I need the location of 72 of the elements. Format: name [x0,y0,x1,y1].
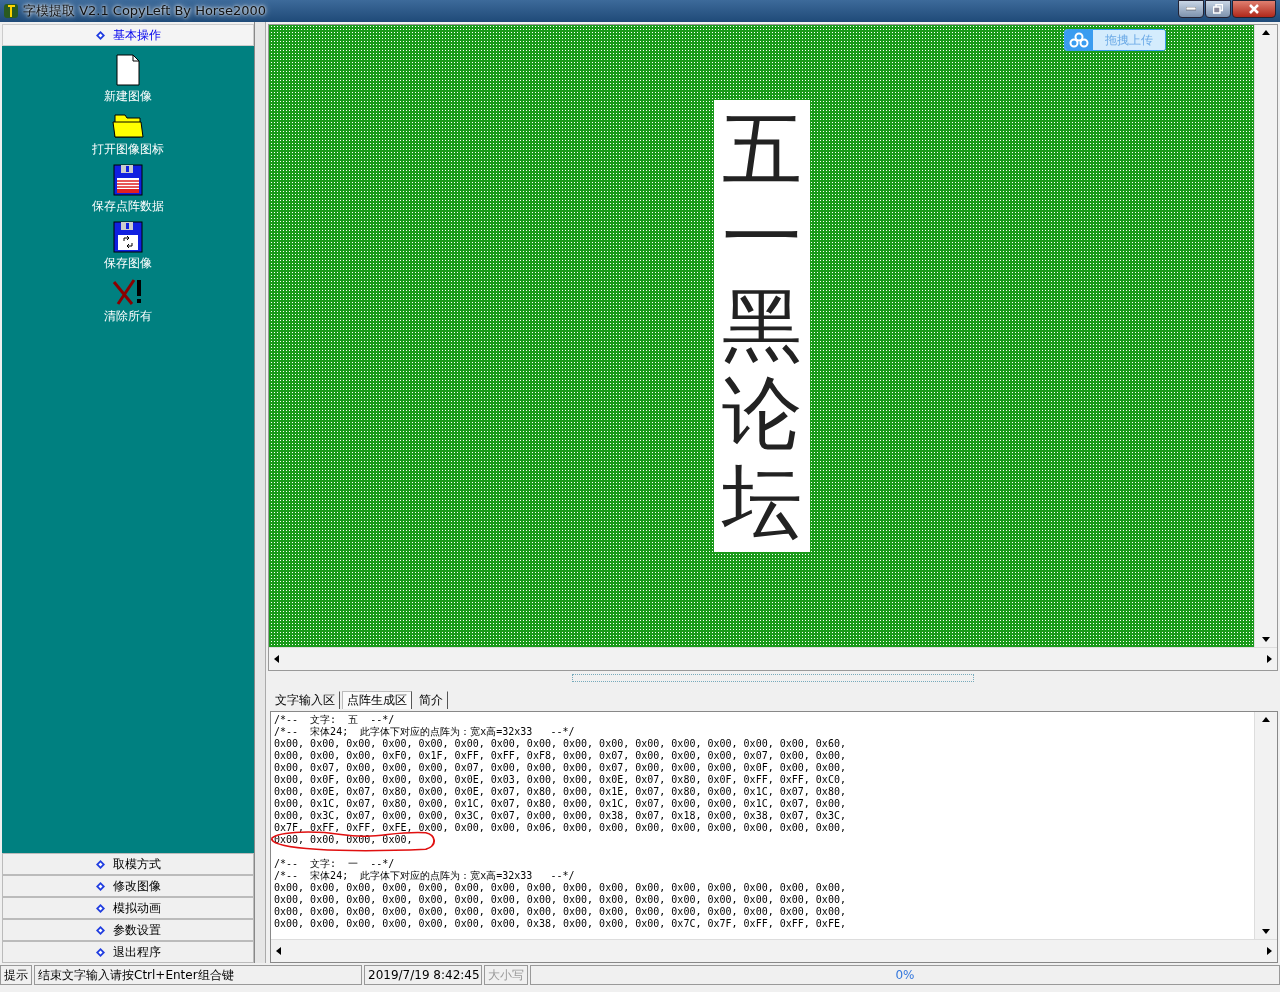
close-icon [1249,4,1259,14]
cloud-icon [1069,32,1089,48]
restore-icon [1213,4,1223,14]
code-line: 0x7F, 0xFF, 0xFF, 0xFE, 0x00, 0x00, 0x00, 0x06, 0x00, 0x00, 0x00, 0x00, 0x00, 0x00, 0x00, 0x00, [274,822,846,834]
code-line: 0x00, 0x00, 0x00, 0xF0, 0x1F, 0xFF, 0xFF, 0xF8, 0x00, 0x07, 0x00, 0x00, 0x00, 0x07, 0x00, 0x00, [274,750,846,762]
status-message: 结束文字输入请按Ctrl+Enter组合键 [34,965,362,985]
code-line: 0x00, 0x00, 0x00, 0x00, [274,834,413,846]
blank-page-icon [116,54,140,86]
scroll-left-arrow-icon[interactable] [272,654,281,664]
code-line: 0x00, 0x00, 0x00, 0x00, 0x00, 0x00, 0x00, 0x00, 0x00, 0x00, 0x00, 0x00, 0x00, 0x00, 0x00, 0x00, [274,906,846,918]
toolbar-item[interactable]: 新建图像 [104,54,152,105]
toolbar-item[interactable]: 清除所有 [104,278,152,325]
progress-text: 0% [530,965,1280,985]
toolbar-item[interactable]: 打开图像图标 [92,111,164,158]
sidebar-group-label[interactable]: 模拟动画 [112,899,161,917]
horizontal-scrollbar[interactable] [271,939,1277,962]
sidebar-header[interactable]: 基本操作 [2,24,254,46]
sidebar-group-label[interactable]: 退出程序 [112,943,161,961]
sidebar-group[interactable]: 退出程序 [2,941,254,963]
splitter-handle[interactable] [572,674,974,683]
x-exclamation-icon [112,278,144,306]
sidebar-group-label[interactable]: 参数设置 [112,921,161,939]
diamond-icon [95,947,105,957]
scroll-left-arrow-icon[interactable] [274,946,283,956]
character-preview: 五一黑论坛 [713,100,810,552]
code-line: 0x00, 0x0F, 0x00, 0x00, 0x00, 0x0E, 0x03, 0x00, 0x00, 0x0E, 0x07, 0x80, 0x0F, 0xFF, 0xFF, 0xC0, [274,774,846,786]
close-button[interactable] [1232,0,1276,18]
sidebar-group-label[interactable]: 取模方式 [112,855,161,873]
output-text-area[interactable] [270,711,1278,963]
toolbar-item[interactable]: 保存图像 [104,221,152,272]
folder-icon [112,111,144,139]
code-line: /*-- 宋体24; 此字体下对应的点阵为：宽x高=32x33 --*/ [274,726,575,738]
scroll-right-arrow-icon[interactable] [1265,946,1274,956]
code-line: 0x00, 0x07, 0x00, 0x00, 0x00, 0x07, 0x00, 0x00, 0x00, 0x07, 0x00, 0x00, 0x00, 0x0F, 0x00, 0x00, [274,762,846,774]
sidebar-group[interactable]: 模拟动画 [2,897,254,919]
scroll-right-arrow-icon[interactable] [1265,654,1274,664]
scroll-down-arrow-icon[interactable] [1261,927,1271,936]
restore-button[interactable] [1205,0,1231,18]
sidebar-group[interactable]: 修改图像 [2,875,254,897]
scroll-up-arrow-icon[interactable] [1261,715,1271,724]
code-line: 0x00, 0x00, 0x00, 0x00, 0x00, 0x00, 0x00, 0x00, 0x00, 0x00, 0x00, 0x00, 0x00, 0x00, 0x00, 0x60, [274,738,846,750]
code-line: 0x00, 0x00, 0x00, 0x00, 0x00, 0x00, 0x00, 0x00, 0x00, 0x00, 0x00, 0x00, 0x00, 0x00, 0x00, 0x00, [274,882,846,894]
status-datetime: 2019/7/19 8:42:45 [364,965,482,985]
tab[interactable]: 文字输入区 [270,691,340,709]
sidebar-group[interactable]: 取模方式 [2,853,254,875]
code-line: 0x00, 0x0E, 0x07, 0x80, 0x00, 0x0E, 0x07, 0x80, 0x00, 0x1E, 0x07, 0x80, 0x00, 0x1C, 0x07, 0x80, [274,786,846,798]
diamond-icon [95,30,105,40]
scroll-up-arrow-icon[interactable] [1261,28,1271,37]
sidebar-header-label[interactable]: 基本操作 [112,26,161,44]
diamond-icon [95,925,105,935]
window-title: 字模提取 V2.1 CopyLeft By Horse2000 [23,2,267,20]
diamond-icon [95,859,105,869]
toolbar-item[interactable]: 保存点阵数据 [92,164,164,215]
status-label: 提示 [0,965,32,985]
minimize-icon [1186,7,1196,11]
code-line: 0x00, 0x00, 0x00, 0x00, 0x00, 0x00, 0x00, 0x38, 0x00, 0x00, 0x00, 0x7C, 0x7F, 0xFF, 0xFF, 0xFE, [274,918,846,930]
caps-indicator: 大小写 [484,965,528,985]
diamond-icon [95,881,105,891]
tab[interactable]: 点阵生成区 [342,691,412,709]
sidebar-group[interactable]: 参数设置 [2,919,254,941]
code-line: /*-- 宋体24; 此字体下对应的点阵为：宽x高=32x33 --*/ [274,870,575,882]
app-icon [3,3,19,19]
sidebar-group-label[interactable]: 修改图像 [112,877,161,895]
code-line: /*-- 文字: 五 --*/ [274,714,395,726]
diamond-icon [95,903,105,913]
code-line: /*-- 文字: 一 --*/ [274,858,395,870]
code-line: 0x00, 0x00, 0x00, 0x00, 0x00, 0x00, 0x00, 0x00, 0x00, 0x00, 0x00, 0x00, 0x00, 0x00, 0x00, 0x00, [274,894,846,906]
code-line: 0x00, 0x1C, 0x07, 0x80, 0x00, 0x1C, 0x07, 0x80, 0x00, 0x1C, 0x07, 0x00, 0x00, 0x1C, 0x07, 0x00, [274,798,846,810]
tab[interactable]: 简介 [414,691,448,709]
vertical-scrollbar[interactable] [1254,712,1277,939]
code-line: 0x00, 0x3C, 0x07, 0x00, 0x00, 0x3C, 0x07, 0x00, 0x00, 0x38, 0x07, 0x18, 0x00, 0x38, 0x07, 0x3C, [274,810,846,822]
minimize-button[interactable] [1178,0,1204,18]
